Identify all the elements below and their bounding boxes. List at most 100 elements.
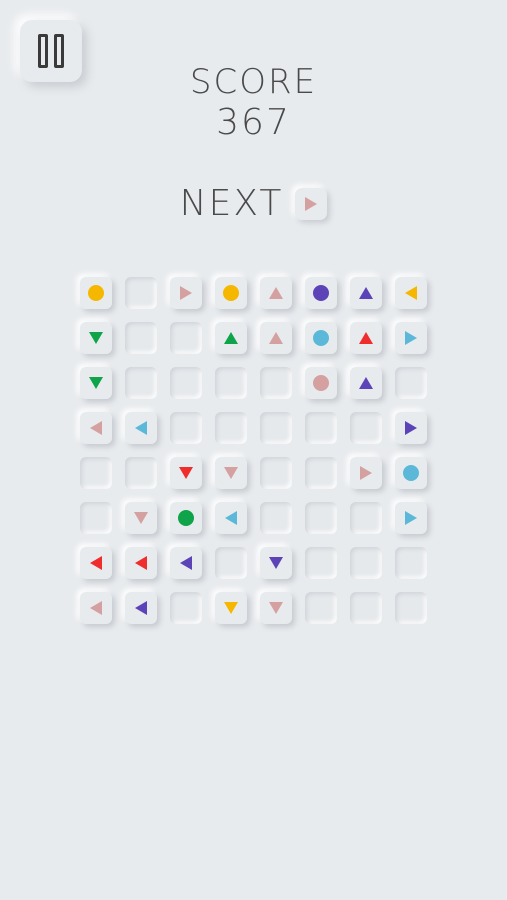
triangle-up-icon (359, 377, 373, 389)
board-cell-empty[interactable] (170, 367, 202, 399)
triangle-up-icon (269, 287, 283, 299)
triangle-up-icon (359, 332, 373, 344)
triangle-right-icon (360, 466, 372, 480)
triangle-left-icon (180, 556, 192, 570)
board-cell-filled[interactable] (80, 277, 112, 309)
triangle-left-icon (225, 511, 237, 525)
triangle-left-icon (135, 601, 147, 615)
circle-icon (403, 465, 419, 481)
triangle-up-icon (359, 287, 373, 299)
board-cell-filled[interactable] (305, 322, 337, 354)
triangle-down-icon (269, 557, 283, 569)
next-piece-tile (295, 187, 328, 220)
board-cell-empty[interactable] (215, 412, 247, 444)
next-label: NEXT (179, 183, 284, 224)
board-cell-empty[interactable] (260, 412, 292, 444)
board-cell-filled[interactable] (215, 457, 247, 489)
board-cell-filled[interactable] (260, 277, 292, 309)
board-cell-filled[interactable] (260, 592, 292, 624)
board-cell-empty[interactable] (260, 457, 292, 489)
board-cell-filled[interactable] (350, 322, 382, 354)
triangle-left-icon (135, 556, 147, 570)
board-cell-filled[interactable] (125, 547, 157, 579)
triangle-left-icon (135, 421, 147, 435)
triangle-up-icon (269, 332, 283, 344)
triangle-left-icon (90, 556, 102, 570)
board-cell-filled[interactable] (395, 322, 427, 354)
board-cell-filled[interactable] (305, 277, 337, 309)
triangle-down-icon (89, 377, 103, 389)
board-cell-empty[interactable] (80, 502, 112, 534)
board-cell-filled[interactable] (350, 277, 382, 309)
board-cell-filled[interactable] (260, 547, 292, 579)
board-cell-filled[interactable] (170, 277, 202, 309)
board-cell-filled[interactable] (215, 322, 247, 354)
board-cell-filled[interactable] (215, 277, 247, 309)
board-cell-empty[interactable] (305, 502, 337, 534)
board-cell-empty[interactable] (125, 457, 157, 489)
board-cell-empty[interactable] (305, 592, 337, 624)
board-cell-filled[interactable] (350, 457, 382, 489)
board-cell-filled[interactable] (170, 502, 202, 534)
board-cell-filled[interactable] (170, 547, 202, 579)
board-cell-empty[interactable] (305, 547, 337, 579)
board-cell-filled[interactable] (125, 592, 157, 624)
board-cell-filled[interactable] (80, 322, 112, 354)
board-cell-filled[interactable] (395, 502, 427, 534)
board-cell-empty[interactable] (305, 412, 337, 444)
board-cell-empty[interactable] (215, 367, 247, 399)
board-cell-empty[interactable] (170, 322, 202, 354)
board-cell-filled[interactable] (260, 322, 292, 354)
board-cell-filled[interactable] (80, 547, 112, 579)
triangle-down-icon (269, 602, 283, 614)
board-cell-empty[interactable] (170, 412, 202, 444)
board-cell-empty[interactable] (350, 547, 382, 579)
board-cell-filled[interactable] (395, 277, 427, 309)
board-cell-empty[interactable] (350, 592, 382, 624)
board-cell-filled[interactable] (215, 592, 247, 624)
triangle-down-icon (179, 467, 193, 479)
game-board (80, 277, 427, 624)
board-cell-filled[interactable] (80, 592, 112, 624)
triangle-down-icon (89, 332, 103, 344)
triangle-left-icon (405, 286, 417, 300)
circle-icon (313, 330, 329, 346)
score-value: 367 (216, 102, 291, 143)
triangle-right-icon (405, 331, 417, 345)
board-cell-empty[interactable] (395, 592, 427, 624)
triangle-left-icon (90, 421, 102, 435)
board-cell-empty[interactable] (350, 412, 382, 444)
circle-icon (178, 510, 194, 526)
board-cell-filled[interactable] (125, 502, 157, 534)
board-cell-empty[interactable] (305, 457, 337, 489)
board-cell-empty[interactable] (350, 502, 382, 534)
board-cell-empty[interactable] (125, 367, 157, 399)
board-cell-filled[interactable] (350, 367, 382, 399)
board-cell-empty[interactable] (260, 367, 292, 399)
circle-icon (313, 375, 329, 391)
board-cell-empty[interactable] (80, 457, 112, 489)
board-cell-filled[interactable] (215, 502, 247, 534)
board-cell-empty[interactable] (395, 367, 427, 399)
triangle-right-icon (405, 421, 417, 435)
board-cell-filled[interactable] (395, 412, 427, 444)
board-cell-filled[interactable] (80, 412, 112, 444)
triangle-down-icon (134, 512, 148, 524)
board-cell-empty[interactable] (125, 277, 157, 309)
board-cell-filled[interactable] (80, 367, 112, 399)
board-cell-empty[interactable] (395, 547, 427, 579)
board-cell-filled[interactable] (305, 367, 337, 399)
board-cell-empty[interactable] (125, 322, 157, 354)
triangle-up-icon (224, 332, 238, 344)
triangle-right-icon (405, 511, 417, 525)
board-cell-empty[interactable] (260, 502, 292, 534)
triangle-right-icon (180, 286, 192, 300)
circle-icon (223, 285, 239, 301)
board-cell-filled[interactable] (125, 412, 157, 444)
board-cell-empty[interactable] (215, 547, 247, 579)
board-cell-filled[interactable] (170, 457, 202, 489)
board-cell-filled[interactable] (395, 457, 427, 489)
next-preview: NEXT (0, 183, 507, 224)
board-cell-empty[interactable] (170, 592, 202, 624)
triangle-left-icon (90, 601, 102, 615)
